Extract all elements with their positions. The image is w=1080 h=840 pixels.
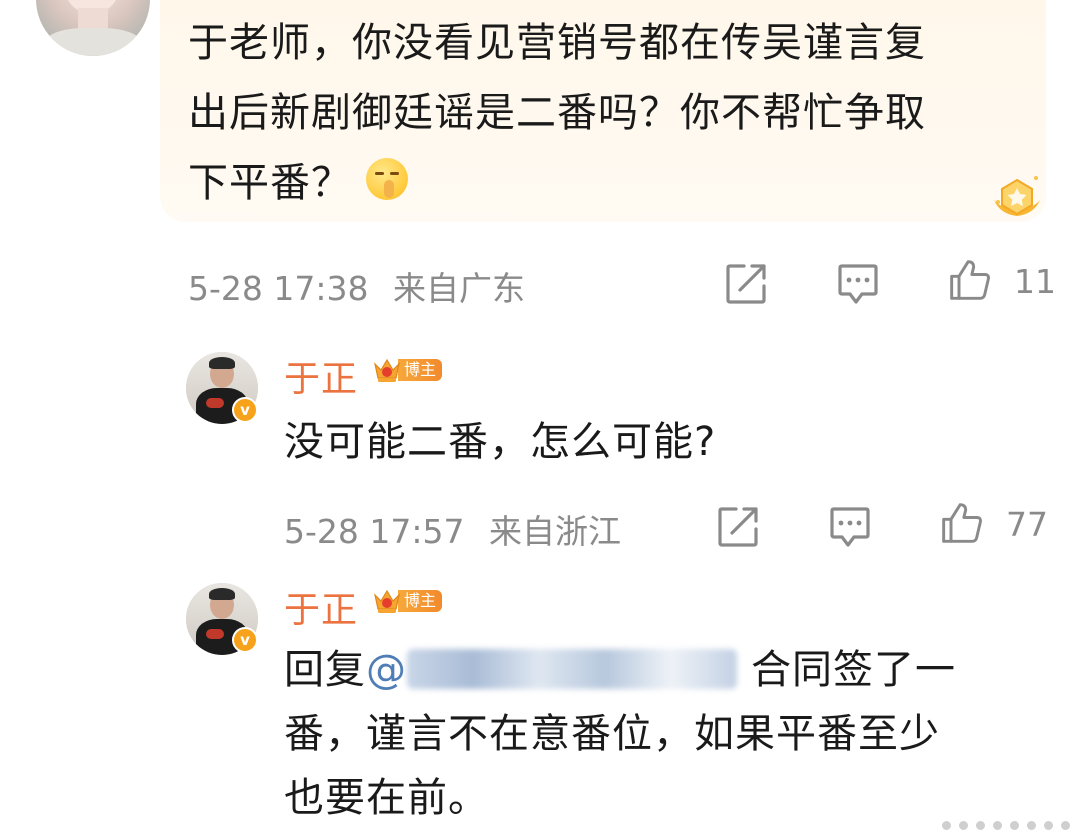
comment-text: 于老师，你没看见营销号都在传吴谨言复 出后新剧御廷谣是二番吗？你不帮忙争取 下平… bbox=[188, 8, 1028, 218]
reply-prefix: 回复 bbox=[284, 647, 366, 693]
crown-icon bbox=[373, 358, 401, 382]
reply-text-line: 也要在前。 bbox=[284, 775, 489, 821]
reply-text-segment: 合同签了一 bbox=[751, 647, 956, 693]
reply-text-line: 回复@ 合同签了一 bbox=[284, 638, 1024, 702]
commenter-avatar[interactable] bbox=[36, 0, 150, 56]
reply-location: 来自浙江 bbox=[489, 512, 621, 551]
verified-v-icon: v bbox=[232, 627, 258, 653]
blogger-badge-label: 博主 bbox=[398, 590, 443, 612]
comment-location: 来自广东 bbox=[393, 269, 525, 308]
thumbs-up-icon[interactable] bbox=[948, 258, 992, 302]
reply-author-name[interactable]: 于正 bbox=[284, 350, 358, 402]
mention-link[interactable]: @ bbox=[366, 647, 737, 693]
crown-icon bbox=[373, 589, 401, 613]
share-icon[interactable] bbox=[716, 505, 760, 549]
blogger-badge: 博主 bbox=[372, 356, 443, 384]
blurred-username bbox=[407, 649, 737, 689]
verified-v-icon: v bbox=[232, 397, 258, 423]
comment-text-line: 于老师，你没看见营销号都在传吴谨言复 bbox=[188, 20, 926, 66]
reply-text: 回复@ 合同签了一 番，谨言不在意番位，如果平番至少 也要在前。 bbox=[284, 638, 1024, 830]
share-icon[interactable] bbox=[724, 262, 768, 306]
reply-author-name[interactable]: 于正 bbox=[284, 581, 358, 633]
comment-text-line: 下平番？ bbox=[188, 148, 1028, 218]
like-count: 77 bbox=[1006, 505, 1048, 544]
star-medal-icon bbox=[994, 176, 1040, 216]
reply-text: 没可能二番，怎么可能? bbox=[284, 419, 717, 465]
like-count: 11 bbox=[1014, 262, 1056, 301]
comment-icon[interactable] bbox=[828, 505, 872, 549]
shush-emoji-icon bbox=[366, 158, 408, 200]
blogger-badge: 博主 bbox=[372, 587, 443, 615]
reply-meta: 5-28 17:57 来自浙江 bbox=[284, 505, 621, 553]
thumbs-up-icon[interactable] bbox=[940, 501, 984, 545]
blogger-badge-label: 博主 bbox=[398, 359, 443, 381]
watermark-dots bbox=[942, 821, 1070, 830]
comment-meta: 5-28 17:38 来自广东 bbox=[188, 262, 525, 310]
reply-text-line: 番，谨言不在意番位，如果平番至少 bbox=[284, 711, 940, 757]
comment-icon[interactable] bbox=[836, 262, 880, 306]
comment-timestamp: 5-28 17:38 bbox=[188, 269, 369, 308]
comment-text-line: 出后新剧御廷谣是二番吗？你不帮忙争取 bbox=[188, 90, 926, 136]
reply-timestamp: 5-28 17:57 bbox=[284, 512, 465, 551]
